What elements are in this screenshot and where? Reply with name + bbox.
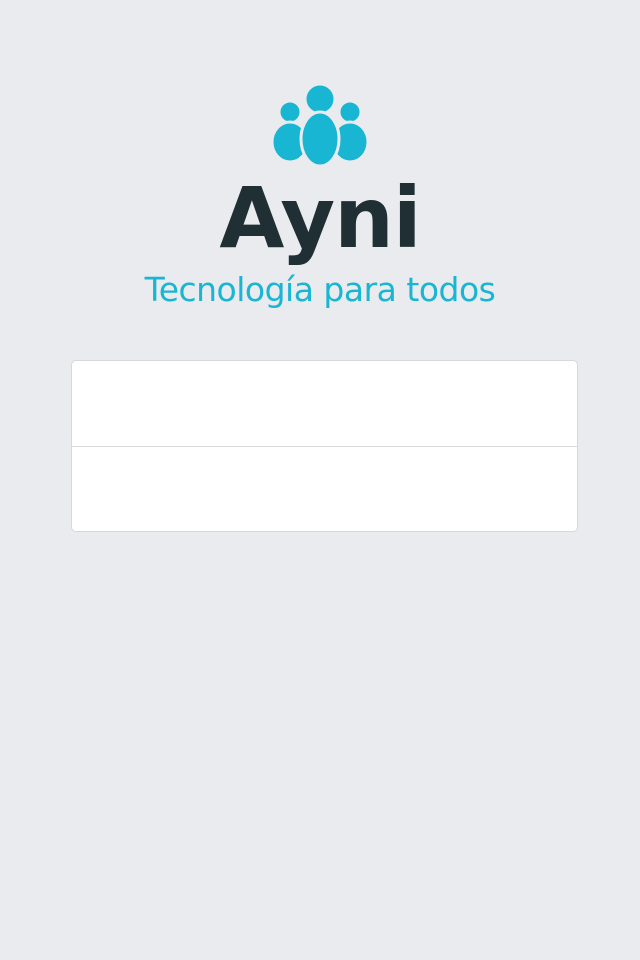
username-field[interactable] [72, 361, 577, 446]
login-form [71, 360, 578, 532]
app-name: Ayni [219, 169, 421, 267]
app-tagline: Tecnología para todos [144, 270, 496, 309]
password-field[interactable] [72, 447, 577, 531]
people-group-icon [270, 82, 370, 168]
